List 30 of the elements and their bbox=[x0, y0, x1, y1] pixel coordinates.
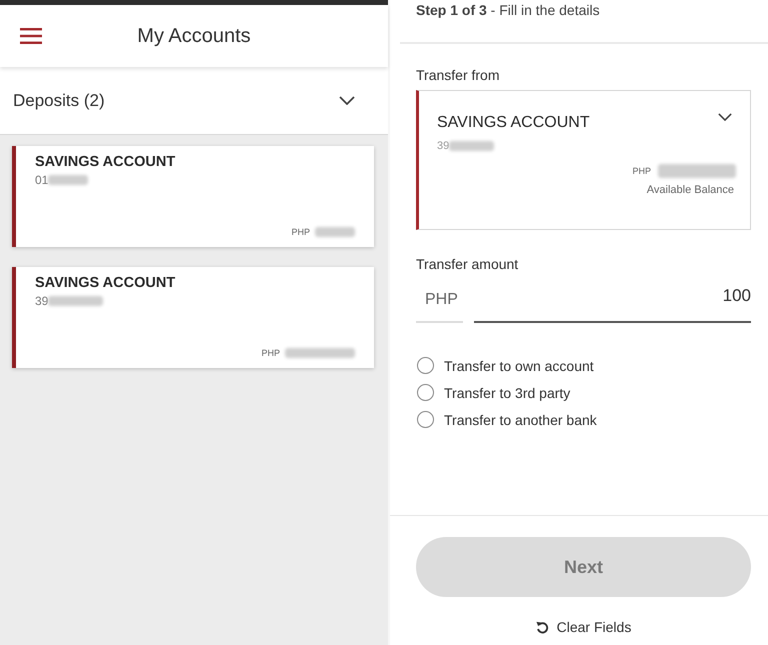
radio-button[interactable] bbox=[417, 357, 434, 374]
deposits-section-header[interactable]: Deposits (2) bbox=[0, 67, 388, 135]
chevron-down-icon[interactable] bbox=[339, 96, 355, 105]
field-label: Transfer amount bbox=[416, 255, 518, 273]
account-dropdown[interactable]: SAVINGS ACCOUNT 39 PHP Available Balance bbox=[416, 90, 751, 230]
account-name: SAVINGS ACCOUNT bbox=[35, 153, 176, 172]
step-heading: Step 1 of 3 - Fill in the details bbox=[416, 1, 600, 20]
currency-label: PHP bbox=[291, 227, 310, 237]
field-label: Transfer from bbox=[416, 66, 500, 84]
menu-icon[interactable] bbox=[20, 28, 42, 44]
radio-button[interactable] bbox=[417, 411, 434, 428]
account-number: 39 bbox=[437, 140, 450, 152]
balance-caption: Available Balance bbox=[646, 184, 734, 196]
radio-label[interactable]: Transfer to another bank bbox=[444, 412, 597, 428]
account-card[interactable]: SAVINGS ACCOUNT 01 PHP bbox=[12, 146, 374, 247]
radio-label[interactable]: Transfer to own account bbox=[444, 358, 594, 374]
account-number: 39 bbox=[35, 293, 48, 309]
refresh-icon bbox=[536, 620, 549, 634]
currency-field: PHP bbox=[416, 281, 463, 323]
account-number: 01 bbox=[35, 172, 48, 188]
account-name: SAVINGS ACCOUNT bbox=[35, 274, 176, 293]
radio-button[interactable] bbox=[417, 384, 434, 401]
clear-fields-button[interactable]: Clear Fields bbox=[536, 617, 632, 637]
currency-label: PHP bbox=[632, 166, 651, 176]
radio-label[interactable]: Transfer to 3rd party bbox=[444, 384, 570, 400]
chevron-down-icon[interactable] bbox=[718, 113, 732, 121]
account-card[interactable]: SAVINGS ACCOUNT 39 PHP bbox=[12, 267, 374, 368]
account-name: SAVINGS ACCOUNT bbox=[437, 113, 590, 133]
currency-label: PHP bbox=[261, 348, 280, 358]
screen-title: My Accounts bbox=[137, 24, 251, 48]
